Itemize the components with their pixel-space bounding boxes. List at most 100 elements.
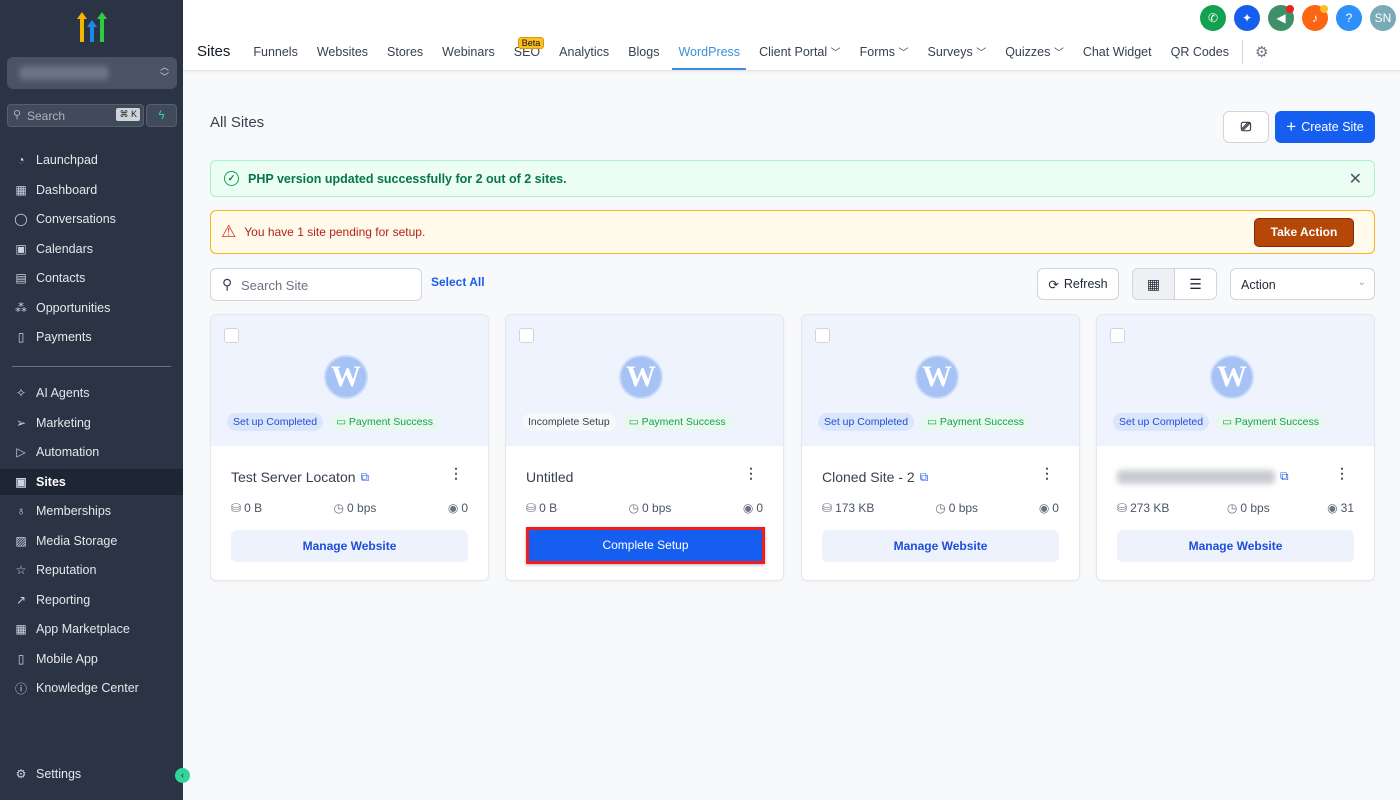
complete-setup-button[interactable]: Complete Setup <box>526 527 765 564</box>
sidebar-item-settings[interactable]: ⚙ Settings <box>0 761 183 787</box>
views-stat: ◉ 0 <box>1038 501 1059 515</box>
gauge-icon: ◷ <box>628 501 640 515</box>
manage-website-button[interactable]: Manage Website <box>231 530 468 562</box>
beta-badge: Beta <box>517 37 545 49</box>
sidebar-item-sites[interactable]: ▣ Sites <box>0 469 183 495</box>
tab-seo[interactable]: SEO Beta <box>514 37 545 70</box>
sidebar-item-knowledge-center[interactable]: ⓘ Knowledge Center <box>0 675 183 701</box>
sidebar: ︿ ﹀ ⚲ Search ⌘ K ϟ ◔ Launchpad ▦ Dashboard ◯ Con… <box>0 0 190 800</box>
opportunities-icon: ⁂ <box>15 301 27 315</box>
sidebar-item-marketing[interactable]: ➢ Marketing <box>0 410 183 436</box>
manage-website-button[interactable]: Manage Website <box>822 530 1059 562</box>
grid-view-icon[interactable]: ▦ <box>1133 269 1175 299</box>
wordpress-logo-icon: W <box>1210 355 1254 399</box>
external-link-icon[interactable]: ⧉ <box>1280 469 1289 484</box>
sidebar-item-opportunities[interactable]: ⁂ Opportunities <box>0 295 183 321</box>
external-link-icon[interactable]: ⧉ <box>361 470 370 485</box>
tab-wordpress[interactable]: WordPress <box>672 45 747 70</box>
external-link-icon[interactable]: ⧉ <box>920 470 929 485</box>
launchpad-icon: ◔ <box>17 153 25 167</box>
manage-website-button[interactable]: Manage Website <box>1117 530 1354 562</box>
tab-stores[interactable]: Stores <box>387 45 423 70</box>
credit-card-icon: ▭ <box>927 416 940 428</box>
select-checkbox[interactable] <box>1110 328 1125 343</box>
drive-icon: ⛁ <box>822 501 833 515</box>
tab-client-portal[interactable]: Client Portal ﹀ <box>759 44 841 70</box>
search-icon: ⚲ <box>222 276 233 292</box>
more-options-icon[interactable]: ⋮ <box>449 465 463 482</box>
select-checkbox[interactable] <box>224 328 239 343</box>
feedback-icon: ⎚ <box>1240 119 1252 134</box>
settings-gear-icon[interactable]: ⚙ <box>1255 43 1268 70</box>
sidebar-item-contacts[interactable]: ▤ Contacts <box>0 265 183 291</box>
drive-icon: ⛁ <box>1117 501 1128 515</box>
account-switcher[interactable]: ︿ ﹀ <box>7 57 177 89</box>
tab-webinars[interactable]: Webinars <box>442 45 495 70</box>
feedback-button[interactable]: ⎚ <box>1223 111 1269 143</box>
tab-blogs[interactable]: Blogs <box>628 45 659 70</box>
more-options-icon[interactable]: ⋮ <box>1335 465 1349 482</box>
tab-chat-widget[interactable]: Chat Widget <box>1083 45 1152 70</box>
automation-icon: ▷ <box>16 445 26 459</box>
action-select[interactable]: Action ⌄ <box>1230 268 1375 300</box>
site-card: W Set up Completed ▭ Payment Success Test… <box>210 314 489 581</box>
collapse-sidebar-button[interactable]: ‹ <box>175 768 190 783</box>
chevron-down-icon: ﹀ <box>976 48 987 59</box>
quick-action-button[interactable]: ϟ <box>146 104 177 127</box>
tab-qr-codes[interactable]: QR Codes <box>1171 45 1229 70</box>
site-name: ⧉ <box>1117 469 1289 484</box>
site-card: W Set up Completed ▭ Payment Success Clon… <box>801 314 1080 581</box>
create-site-button[interactable]: + Create Site <box>1275 111 1375 143</box>
payments-icon: ▯ <box>17 330 25 344</box>
tab-funnels[interactable]: Funnels <box>253 45 297 70</box>
sidebar-item-ai-agents[interactable]: ✧ AI Agents <box>0 380 183 406</box>
sidebar-search[interactable]: ⚲ Search ⌘ K <box>7 104 144 127</box>
site-search-input[interactable]: ⚲ Search Site <box>210 268 422 301</box>
search-icon: ⚲ <box>13 109 22 121</box>
sites-icon: ▣ <box>15 475 27 489</box>
sidebar-item-mobile-app[interactable]: ▯ Mobile App <box>0 646 183 672</box>
chevron-down-icon: ﹀ <box>830 48 841 59</box>
sidebar-item-app-marketplace[interactable]: ▦ App Marketplace <box>0 616 183 642</box>
bell-icon[interactable]: ♪ <box>1302 5 1328 31</box>
chevron-down-icon: ﹀ <box>1053 48 1064 59</box>
select-checkbox[interactable] <box>519 328 534 343</box>
warning-icon: ⚠ <box>221 222 237 241</box>
select-checkbox[interactable] <box>815 328 830 343</box>
take-action-button[interactable]: Take Action <box>1254 218 1354 247</box>
help-icon[interactable]: ? <box>1336 5 1362 31</box>
sidebar-item-memberships[interactable]: ♁ Memberships <box>0 498 183 524</box>
tab-surveys[interactable]: Surveys ﹀ <box>928 44 987 70</box>
page-title: All Sites <box>210 114 265 131</box>
setup-status-badge: Incomplete Setup <box>522 413 616 431</box>
drive-icon: ⛁ <box>526 501 537 515</box>
tab-analytics[interactable]: Analytics <box>559 45 609 70</box>
phone-icon[interactable]: ✆ <box>1200 5 1226 31</box>
star-icon: ☆ <box>15 563 27 577</box>
sidebar-item-media-storage[interactable]: ▨ Media Storage <box>0 528 183 554</box>
refresh-button[interactable]: ⟳ Refresh <box>1037 268 1119 300</box>
tab-quizzes[interactable]: Quizzes ﹀ <box>1005 44 1064 70</box>
sidebar-item-launchpad[interactable]: ◔ Launchpad <box>0 147 183 173</box>
more-options-icon[interactable]: ⋮ <box>744 465 758 482</box>
sidebar-item-calendars[interactable]: ▣ Calendars <box>0 236 183 262</box>
gear-icon: ⚙ <box>15 767 27 781</box>
sidebar-item-reporting[interactable]: ↗ Reporting <box>0 587 183 613</box>
ai-sparkle-icon[interactable]: ✦ <box>1234 5 1260 31</box>
list-view-icon[interactable]: ☰ <box>1175 269 1216 299</box>
sidebar-item-reputation[interactable]: ☆ Reputation <box>0 557 183 583</box>
avatar[interactable]: SN <box>1370 5 1396 31</box>
contacts-icon: ▤ <box>15 271 27 285</box>
sidebar-item-conversations[interactable]: ◯ Conversations <box>0 206 183 232</box>
sidebar-item-automation[interactable]: ▷ Automation <box>0 439 183 465</box>
close-icon[interactable]: ✕ <box>1349 169 1362 189</box>
drive-icon: ⛁ <box>231 501 242 515</box>
eye-icon: ◉ <box>742 501 754 515</box>
tab-forms[interactable]: Forms ﹀ <box>860 44 909 70</box>
sidebar-item-dashboard[interactable]: ▦ Dashboard <box>0 177 183 203</box>
tab-websites[interactable]: Websites <box>317 45 368 70</box>
select-all-link[interactable]: Select All <box>431 275 485 289</box>
megaphone-icon[interactable]: ◀ <box>1268 5 1294 31</box>
more-options-icon[interactable]: ⋮ <box>1040 465 1054 482</box>
sidebar-item-payments[interactable]: ▯ Payments <box>0 324 183 350</box>
